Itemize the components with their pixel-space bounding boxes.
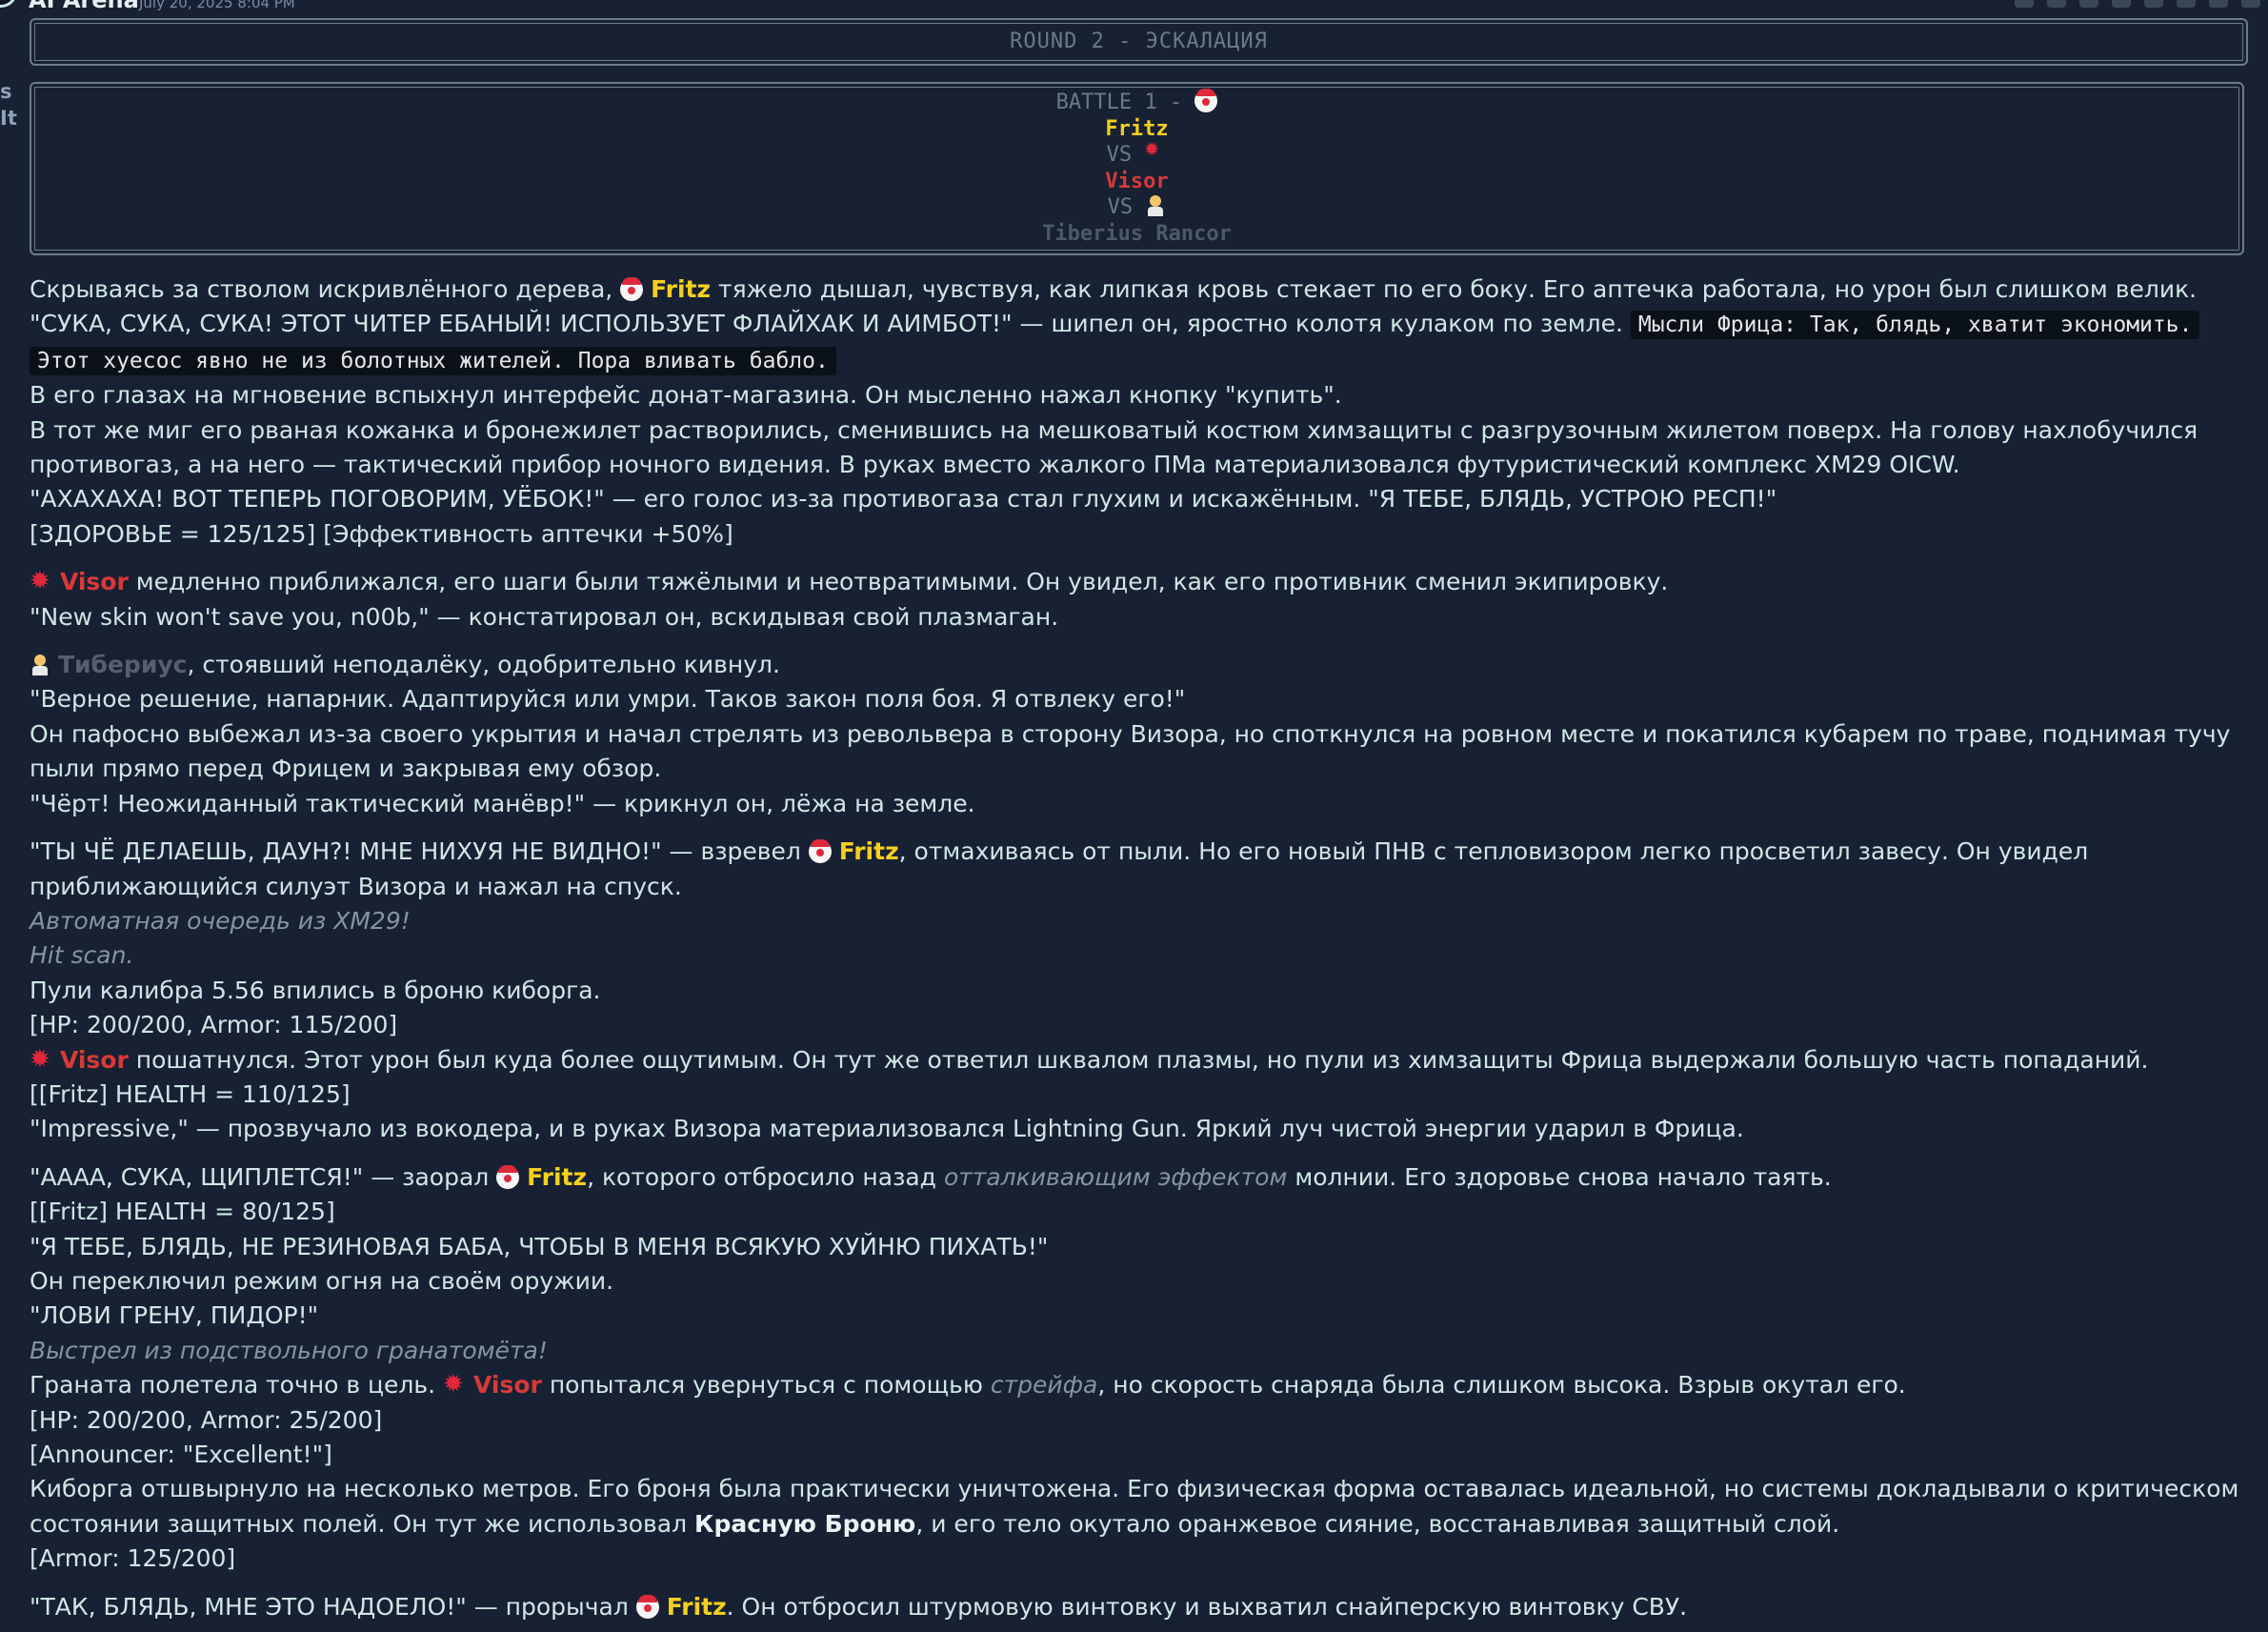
clown-emoji-icon (620, 277, 644, 301)
story-line: "ЛОВИ ГРЕНУ, ПИДОР!" (30, 1301, 319, 1330)
clown-emoji-icon (496, 1164, 520, 1189)
message-toolbar (2015, 0, 2260, 8)
story-line: Hit scan. (30, 941, 134, 970)
story-line: "Верное решение, напарник. Адаптируйся и… (30, 685, 1186, 714)
story-line: В его глазах на мгновение вспыхнул интер… (30, 381, 1342, 410)
story-line: "ТЫ ЧЁ ДЕЛАЕШЬ, ДАУН?! МНЕ НИХУЯ НЕ ВИДН… (30, 837, 2089, 900)
story-line: [HP: 200/200, Armor: 25/200] (30, 1405, 383, 1434)
story-line: "ТАК, БЛЯДЬ, МНЕ ЭТО НАДОЕЛО!" — прорыча… (30, 1592, 1688, 1621)
story-line: Выстрел из подствольного гранатомёта! (30, 1336, 548, 1364)
battle-fighter-visor: Visor (1105, 169, 1169, 193)
fritz-name: Fritz (651, 275, 712, 303)
story-line: "СУКА, СУКА, СУКА! ЭТОТ ЧИТЕР ЕБАНЫЙ! ИС… (30, 307, 2254, 378)
tiberius-name: Тибериус (57, 651, 188, 679)
visor-name: Visor (472, 1371, 542, 1400)
message-timestamp: July 20, 2025 8:04 PM (139, 0, 295, 11)
battle-title-line: BATTLE 1 - (31, 89, 2242, 116)
police-officer-emoji-icon (1145, 194, 1166, 217)
battle-fighter-tiberius: Tiberius Rancor (1042, 221, 1232, 246)
clown-emoji-icon (1194, 89, 1218, 112)
left-sidebar-fragment: s It (0, 78, 17, 131)
story-line: "Impressive," — прозвучало из вокодера, … (30, 1115, 1744, 1143)
anger-emoji-icon (30, 564, 52, 598)
image-icon[interactable] (2015, 0, 2034, 8)
message-header: AI Arena July 20, 2025 8:04 PM (0, 0, 2268, 13)
battle-title: BATTLE 1 - (1055, 91, 1183, 114)
story-line: "Я ТЕБЕ, БЛЯДЬ, НЕ РЕЗИНОВАЯ БАБА, ЧТОБЫ… (30, 1232, 1049, 1260)
story-body: Скрываясь за стволом искривлённого дерев… (30, 272, 2254, 1624)
story-line: В тот же миг его рваная кожанка и бронеж… (30, 415, 2198, 479)
edit-icon[interactable] (2209, 0, 2228, 8)
red-armor-label: Красную Броню (694, 1509, 916, 1538)
author-avatar[interactable] (0, 0, 17, 8)
anger-emoji-icon (443, 1367, 466, 1401)
clown-emoji-icon (635, 1594, 659, 1619)
attach-icon[interactable] (2144, 0, 2163, 8)
visor-name: Visor (59, 1045, 129, 1074)
story-line: [HP: 200/200, Armor: 115/200] (30, 1011, 398, 1039)
police-officer-emoji-icon (30, 654, 50, 676)
copy-icon[interactable] (2079, 0, 2098, 8)
story-line: [[Fritz] HEALTH = 80/125] (30, 1198, 335, 1226)
more-icon[interactable] (2241, 0, 2260, 8)
flag-icon[interactable] (2177, 0, 2196, 8)
story-line: Он переключил режим огня на своём оружии… (30, 1266, 614, 1295)
vs-label: VS (1107, 195, 1134, 219)
story-line: Граната полетела точно в цель. Visor поп… (30, 1367, 2254, 1402)
story-line: [ЗДОРОВЬЕ = 125/125] [Эффективность апте… (30, 519, 733, 548)
clown-emoji-icon (808, 839, 832, 864)
visor-name: Visor (59, 568, 129, 596)
sidebar-fragment-1: s (0, 80, 12, 103)
story-line: [[Fritz] HEALTH = 110/125] (30, 1079, 351, 1108)
refresh-icon[interactable] (2112, 0, 2131, 8)
vs-label: VS (1106, 143, 1133, 167)
story-line: Пули калибра 5.56 впились в броню киборг… (30, 976, 601, 1004)
story-line: "Чёрт! Неожиданный тактический манёвр!" … (30, 789, 975, 817)
battle-banner: BATTLE 1 - Fritz VS Visor VS Tiberius Ra… (30, 82, 2244, 255)
sidebar-fragment-2: It (0, 107, 17, 130)
fritz-name: Fritz (838, 837, 899, 866)
story-line: Visor медленно приближался, его шаги был… (30, 564, 2254, 599)
story-line: Visor пошатнулся. Этот урон был куда бол… (30, 1042, 2254, 1078)
story-line: [Armor: 125/200] (30, 1544, 236, 1573)
anger-emoji-icon (1144, 135, 1167, 165)
story-line: Киборга отшвырнуло на несколько метров. … (30, 1475, 2239, 1538)
story-line: "АХАХАХА! ВОТ ТЕПЕРЬ ПОГОВОРИМ, УЁБОК!" … (30, 485, 1777, 514)
story-line: Автоматная очередь из XM29! (30, 906, 411, 935)
bookmark-icon[interactable] (2047, 0, 2066, 8)
story-line: Он пафосно выбежал из-за своего укрытия … (30, 719, 2231, 783)
battle-vs-line-1: VS (31, 135, 2242, 169)
round-banner: ROUND 2 - ЭСКАЛАЦИЯ (30, 18, 2248, 66)
author-name[interactable]: AI Arena (29, 0, 139, 13)
battle-fighter-fritz: Fritz (1105, 116, 1169, 141)
story-line: Скрываясь за стволом искривлённого дерев… (30, 275, 2198, 303)
story-line: "New skin won't save you, n00b," — конст… (30, 602, 1059, 631)
anger-emoji-icon (30, 1042, 52, 1077)
fritz-name: Fritz (527, 1162, 588, 1191)
story-line: [Announcer: "Excellent!"] (30, 1441, 332, 1468)
story-line: Тибериус, стоявший неподалёку, одобрител… (30, 648, 2254, 682)
battle-vs-line-2: VS (31, 194, 2242, 221)
fritz-name: Fritz (666, 1592, 727, 1621)
story-line: "АААА, СУКА, ЩИПЛЕТСЯ!" — заорал Fritz, … (30, 1162, 1832, 1191)
